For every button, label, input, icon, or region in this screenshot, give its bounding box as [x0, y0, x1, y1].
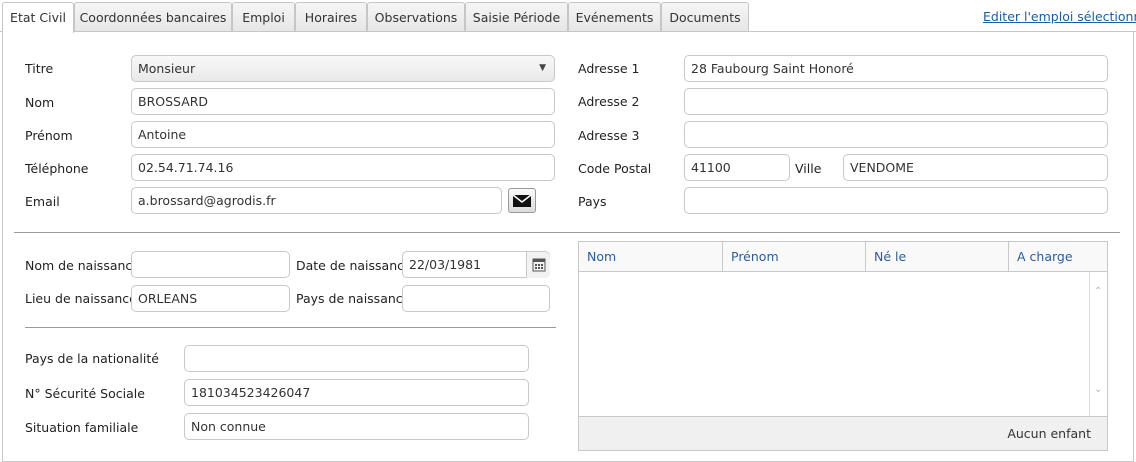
- nom-naissance-input[interactable]: [131, 251, 290, 278]
- situation-label: Situation familiale: [25, 420, 139, 435]
- scroll-up-icon[interactable]: ⌃: [1094, 286, 1102, 297]
- telephone-input[interactable]: 02.54.71.74.16: [131, 154, 555, 181]
- edit-employment-link[interactable]: Editer l'emploi sélectionné: [983, 9, 1136, 24]
- situation-input[interactable]: Non connue: [184, 413, 529, 440]
- tab-horaires[interactable]: Horaires: [295, 2, 367, 32]
- code-postal-label: Code Postal: [578, 161, 652, 176]
- calendar-icon: [532, 258, 546, 272]
- adresse2-input[interactable]: [684, 88, 1108, 115]
- adresse3-label: Adresse 3: [578, 128, 640, 143]
- email-input[interactable]: a.brossard@agrodis.fr: [131, 187, 502, 214]
- titre-value: Monsieur: [138, 61, 196, 76]
- grid-footer-status: Aucun enfant: [1007, 426, 1091, 441]
- grid-header-corner: [1089, 242, 1107, 272]
- tab-observations[interactable]: Observations: [367, 2, 465, 32]
- pays-label: Pays: [578, 194, 607, 209]
- ville-label: Ville: [795, 161, 822, 176]
- telephone-label: Téléphone: [25, 161, 89, 176]
- adresse1-label: Adresse 1: [578, 61, 640, 76]
- birth-divider: [25, 327, 556, 328]
- secu-label: N° Sécurité Sociale: [25, 386, 145, 401]
- date-naissance-label: Date de naissance: [296, 258, 412, 273]
- tab-etat-civil[interactable]: Etat Civil: [2, 2, 74, 33]
- lieu-naissance-input[interactable]: ORLEANS: [131, 285, 290, 312]
- nationalite-label: Pays de la nationalité: [25, 351, 159, 366]
- grid-footer: Aucun enfant: [579, 416, 1107, 450]
- children-grid: Nom Prénom Né le A charge ⌃ ⌄ Aucun enfa…: [578, 241, 1108, 451]
- tab-emploi[interactable]: Emploi: [232, 2, 295, 32]
- email-label: Email: [25, 194, 60, 209]
- envelope-icon: [512, 194, 532, 207]
- prenom-input[interactable]: Antoine: [131, 121, 555, 148]
- nom-label: Nom: [25, 95, 55, 110]
- chevron-down-icon: ▼: [539, 63, 546, 73]
- tab-saisie-periode[interactable]: Saisie Période: [465, 2, 568, 32]
- adresse1-input[interactable]: 28 Faubourg Saint Honoré: [684, 55, 1108, 82]
- pays-naissance-input[interactable]: [402, 285, 550, 312]
- column-header-prenom[interactable]: Prénom: [723, 242, 866, 271]
- ville-input[interactable]: VENDOME: [843, 154, 1108, 181]
- pays-input[interactable]: [684, 187, 1108, 214]
- titre-label: Titre: [25, 61, 54, 76]
- code-postal-input[interactable]: 41100: [684, 154, 790, 181]
- nationalite-input[interactable]: [184, 345, 529, 372]
- tab-coordonnees-bancaires[interactable]: Coordonnées bancaires: [74, 2, 232, 32]
- secu-input[interactable]: 181034523426047: [184, 379, 529, 406]
- date-picker-button[interactable]: [526, 252, 550, 278]
- tabs-divider: [0, 31, 1136, 32]
- grid-header: Nom Prénom Né le A charge: [579, 242, 1089, 272]
- tab-evenements[interactable]: Evénements: [568, 2, 661, 32]
- prenom-label: Prénom: [25, 128, 73, 143]
- section-divider: [14, 232, 1120, 233]
- lieu-naissance-label: Lieu de naissance: [25, 291, 137, 306]
- tab-documents[interactable]: Documents: [661, 2, 749, 32]
- titre-select[interactable]: Monsieur ▼: [131, 55, 555, 82]
- scroll-down-icon[interactable]: ⌄: [1094, 384, 1102, 395]
- pays-naissance-label: Pays de naissance: [296, 291, 411, 306]
- nom-naissance-label: Nom de naissance: [25, 258, 140, 273]
- grid-scrollbar[interactable]: ⌃ ⌄: [1089, 272, 1107, 416]
- column-header-ne-le[interactable]: Né le: [866, 242, 1009, 271]
- adresse3-input[interactable]: [684, 121, 1108, 148]
- adresse2-label: Adresse 2: [578, 94, 640, 109]
- nom-input[interactable]: BROSSARD: [131, 88, 555, 115]
- column-header-nom[interactable]: Nom: [579, 242, 723, 271]
- send-email-button[interactable]: [508, 188, 536, 213]
- column-header-a-charge[interactable]: A charge: [1009, 242, 1089, 271]
